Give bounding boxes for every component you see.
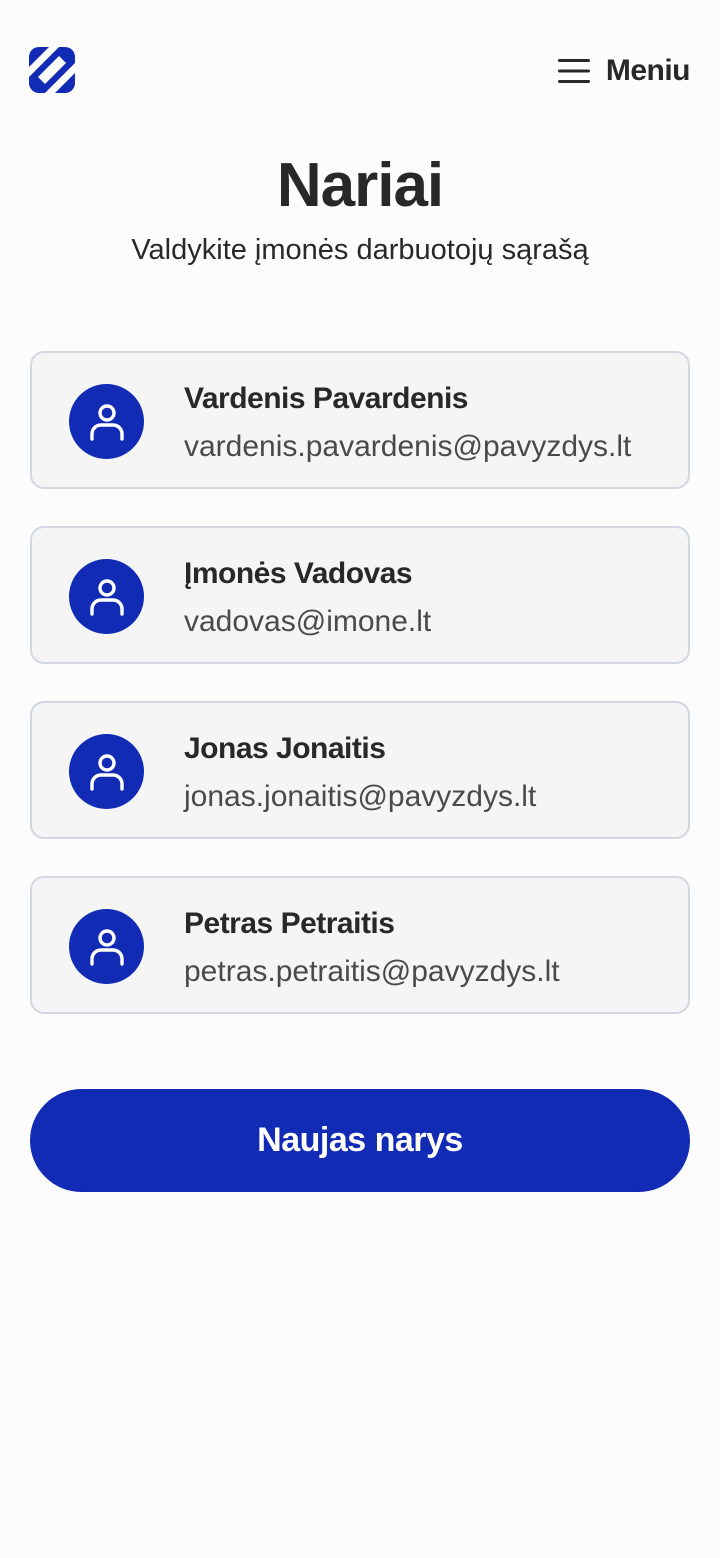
members-list: Vardenis Pavardenis vardenis.pavardenis@… — [30, 351, 690, 1051]
page-subtitle: Valdykite įmonės darbuotojų sąrašą — [131, 234, 589, 266]
member-card[interactable]: Petras Petraitis petras.petraitis@pavyzd… — [30, 876, 690, 1014]
avatar — [69, 734, 144, 809]
user-icon — [89, 928, 124, 966]
avatar — [69, 559, 144, 634]
member-name: Vardenis Pavardenis — [184, 382, 469, 415]
member-name: Petras Petraitis — [184, 907, 395, 940]
member-email: vadovas@imone.lt — [184, 605, 432, 638]
member-email: vardenis.pavardenis@pavyzdys.lt — [184, 430, 632, 463]
avatar — [69, 909, 144, 984]
page-title: Nariai — [276, 151, 444, 220]
user-icon — [89, 578, 124, 616]
member-name: Įmonės Vadovas — [184, 557, 413, 590]
member-card[interactable]: Įmonės Vadovas vadovas@imone.lt — [30, 526, 690, 664]
avatar — [69, 384, 144, 459]
members-page: Meniu Nariai Valdykite įmonės darbuotojų… — [0, 0, 720, 1558]
member-card[interactable]: Vardenis Pavardenis vardenis.pavardenis@… — [30, 351, 690, 489]
menu-label: Meniu — [605, 54, 691, 87]
brand-logo-icon[interactable] — [29, 47, 75, 93]
user-icon — [89, 403, 124, 441]
hamburger-menu-icon — [557, 59, 590, 83]
menu-button[interactable]: Meniu — [557, 54, 691, 88]
member-email: jonas.jonaitis@pavyzdys.lt — [184, 780, 537, 813]
member-email: petras.petraitis@pavyzdys.lt — [184, 955, 560, 988]
user-icon — [89, 753, 124, 791]
new-member-button[interactable]: Naujas narys — [30, 1089, 690, 1192]
member-card[interactable]: Jonas Jonaitis jonas.jonaitis@pavyzdys.l… — [30, 701, 690, 839]
member-name: Jonas Jonaitis — [184, 732, 386, 765]
